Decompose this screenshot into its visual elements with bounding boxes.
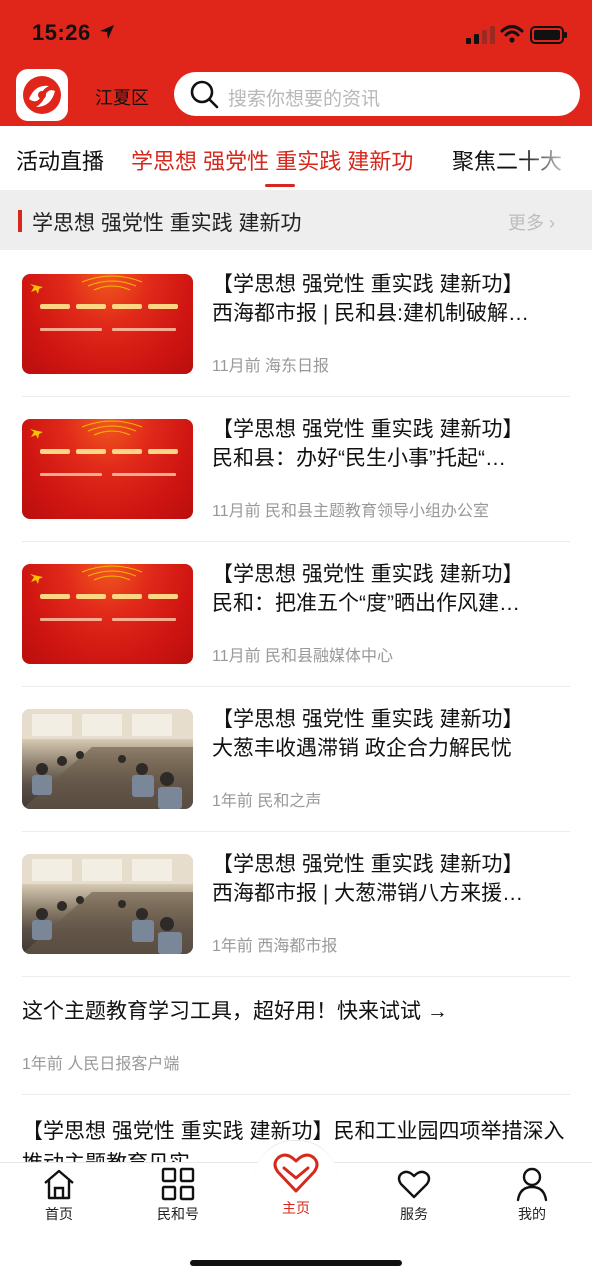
- section-title: 学思想 强党性 重实践 建新功: [32, 212, 302, 235]
- divider: [22, 831, 570, 832]
- grid-icon: [161, 1167, 195, 1201]
- divider: [22, 976, 570, 977]
- status-bar: 15:26: [0, 0, 592, 62]
- news-title-line: 民和县：办好“民生小事”托起“…: [212, 447, 506, 470]
- nav-label: 我的: [518, 1206, 546, 1222]
- banner-graphic: [30, 420, 178, 476]
- search-bar[interactable]: 搜索你想要的资讯: [174, 72, 580, 116]
- home-icon: [44, 1169, 74, 1200]
- location-arrow-icon: [100, 25, 114, 39]
- news-thumbnail[interactable]: [22, 419, 193, 519]
- search-placeholder: 搜索你想要的资讯: [228, 89, 381, 110]
- news-title-line: 【学思想 强党性 重实践 建新功】: [212, 708, 524, 731]
- status-time: 15:26: [32, 20, 91, 45]
- news-title-line: 【学思想 强党性 重实践 建新功】: [212, 563, 524, 586]
- news-thumbnail[interactable]: [22, 274, 193, 374]
- promo-title[interactable]: 这个主题教育学习工具，超好用！快来试试 →: [22, 996, 570, 1028]
- banner-graphic: [30, 565, 178, 621]
- channel-tabs: 活动直播 学思想 强党性 重实践 建新功 聚焦二十大: [0, 126, 592, 188]
- news-title-line: 【学思想 强党性 重实践 建新功】: [212, 853, 524, 876]
- divider: [22, 1094, 570, 1095]
- nav-service[interactable]: 服务: [374, 1166, 454, 1224]
- news-title[interactable]: 【学思想 强党性 重实践 建新功】 民和县：办好“民生小事”托起“…: [212, 415, 568, 473]
- divider: [22, 541, 570, 542]
- tab-live[interactable]: 活动直播: [16, 144, 104, 176]
- news-thumbnail[interactable]: [22, 709, 193, 809]
- tab-study[interactable]: 学思想 强党性 重实践 建新功: [131, 144, 413, 176]
- news-title-line: 西海都市报 | 大葱滞销八方来援…: [212, 882, 524, 905]
- app-logo[interactable]: [16, 69, 68, 121]
- logo-icon: [23, 76, 61, 114]
- nav-minhe[interactable]: 民和号: [138, 1166, 218, 1224]
- meeting-photo-graphic: [22, 854, 193, 954]
- news-title[interactable]: 【学思想 强党性 重实践 建新功】 大葱丰收遇滞销 政企合力解民忧: [212, 705, 568, 763]
- banner-graphic: [30, 275, 178, 331]
- news-title-line: 【学思想 强党性 重实践 建新功】: [212, 273, 524, 296]
- nav-label: 民和号: [157, 1206, 199, 1222]
- news-meta: 11月前 民和县融媒体中心: [212, 648, 394, 665]
- news-meta: 11月前 民和县主题教育领导小组办公室: [212, 503, 490, 520]
- news-title-line: 西海都市报 | 民和县:建机制破解…: [212, 302, 529, 325]
- nav-label: 主页: [282, 1200, 310, 1216]
- district-selector[interactable]: 江夏区: [95, 84, 149, 110]
- user-icon: [516, 1167, 548, 1202]
- nav-main[interactable]: 主页: [256, 1148, 336, 1218]
- active-tab-indicator: [265, 184, 295, 187]
- news-meta: 1年前 民和之声: [212, 793, 322, 810]
- news-title-line: 【学思想 强党性 重实践 建新功】: [212, 418, 524, 441]
- news-title-line: 大葱丰收遇滞销 政企合力解民忧: [212, 737, 512, 760]
- divider: [22, 396, 570, 397]
- home-indicator: [190, 1260, 402, 1266]
- news-thumbnail[interactable]: [22, 564, 193, 664]
- news-thumbnail[interactable]: [22, 854, 193, 954]
- nav-label: 首页: [45, 1206, 73, 1222]
- search-icon: [190, 80, 219, 109]
- news-title-line: 民和：把准五个“度”晒出作风建…: [212, 592, 520, 615]
- wifi-icon: [500, 25, 524, 43]
- heart-outline-icon: [397, 1170, 431, 1199]
- heart-icon: [273, 1153, 319, 1193]
- news-meta: 1年前 西海都市报: [212, 938, 338, 955]
- news-title[interactable]: 【学思想 强党性 重实践 建新功】 西海都市报 | 民和县:建机制破解…: [212, 270, 568, 328]
- signal-icon: [466, 26, 495, 44]
- promo-meta: 1年前 人民日报客户端: [22, 1056, 180, 1073]
- nav-home[interactable]: 首页: [19, 1166, 99, 1224]
- meeting-photo-graphic: [22, 709, 193, 809]
- news-title[interactable]: 【学思想 强党性 重实践 建新功】 民和：把准五个“度”晒出作风建…: [212, 560, 568, 618]
- nav-label: 服务: [400, 1206, 428, 1222]
- section-accent-bar: [18, 210, 22, 232]
- battery-icon: [530, 26, 567, 44]
- tabs-fade: [520, 126, 592, 188]
- nav-mine[interactable]: 我的: [492, 1166, 572, 1224]
- news-meta: 11月前 海东日报: [212, 358, 330, 375]
- divider: [22, 686, 570, 687]
- more-link[interactable]: 更多 ›: [508, 209, 555, 235]
- news-title[interactable]: 【学思想 强党性 重实践 建新功】 西海都市报 | 大葱滞销八方来援…: [212, 850, 568, 908]
